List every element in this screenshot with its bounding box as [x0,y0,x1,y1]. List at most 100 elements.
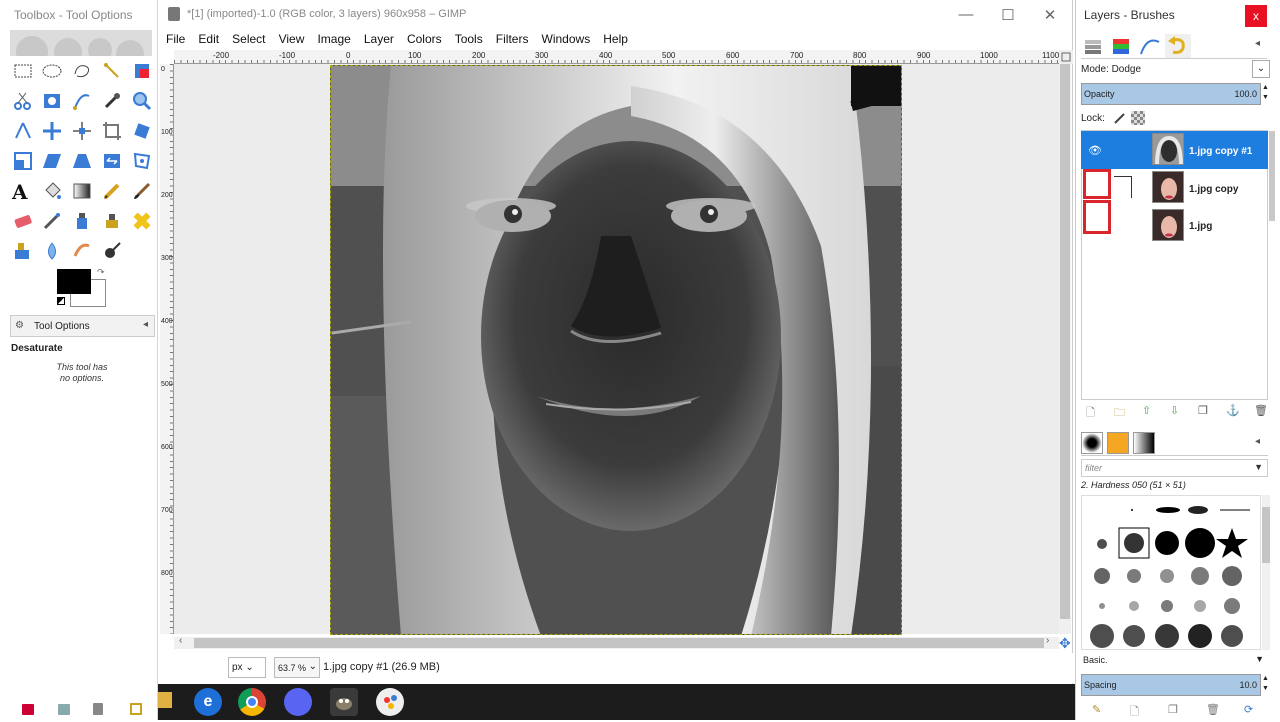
crop-icon[interactable] [101,120,123,142]
file-explorer-icon[interactable] [158,692,172,708]
layer-name[interactable]: 1.jpg [1189,221,1212,232]
refresh-brushes-icon[interactable]: ⟳ [1244,703,1253,716]
horizontal-scroll-thumb[interactable] [194,638,1044,648]
close-icon[interactable]: ✕ [1035,6,1065,24]
bucket-fill-icon[interactable] [41,180,63,202]
delete-layer-icon[interactable]: 🗑 [1254,404,1268,417]
navigate-icon[interactable] [1059,50,1073,64]
opacity-slider[interactable]: Opacity 100.0 [1081,83,1261,105]
paintbrush-icon[interactable] [131,180,153,202]
vertical-ruler[interactable]: 0 100 200 300 400 500 600 700 800 [160,64,174,634]
measure-icon[interactable] [12,120,34,142]
spacing-slider[interactable]: Spacing 10.0 [1081,674,1261,696]
scale-icon[interactable] [12,150,34,172]
anchor-layer-icon[interactable]: ⚓ [1226,404,1240,417]
brush-grid-scrollbar[interactable] [1262,495,1270,650]
menu-layer[interactable]: Layer [364,32,394,46]
menu-tools[interactable]: Tools [455,32,483,46]
tool-options-tab[interactable]: ⚙ Tool Options ◂ [10,315,155,337]
foreground-color-swatch[interactable] [57,269,91,294]
scroll-left-icon[interactable]: ‹ [179,635,182,646]
dodge-burn-icon[interactable] [101,240,123,262]
chrome-icon[interactable] [238,688,266,716]
menu-edit[interactable]: Edit [198,32,219,46]
tab-menu-icon[interactable]: ◂ [143,319,148,330]
maximize-icon[interactable]: ☐ [993,6,1023,24]
delete-options-icon[interactable] [93,703,103,715]
new-brush-icon[interactable]: 🗋 [1130,703,1139,722]
text-tool-icon[interactable]: A [12,180,34,204]
color-picker-icon[interactable] [101,90,123,112]
menu-filters[interactable]: Filters [496,32,529,46]
rect-select-icon[interactable] [12,60,34,82]
reset-options-icon[interactable] [130,703,142,715]
image-canvas[interactable] [330,65,902,635]
zoom-select[interactable]: 63.7 % ⌄ [274,657,320,678]
delete-brush-icon[interactable]: 🗑 [1206,703,1220,716]
layer-name[interactable]: 1.jpg copy [1189,184,1238,195]
brush-preset-select[interactable]: Basic. ▼ [1081,653,1268,669]
channels-tab-icon[interactable] [1109,34,1135,58]
zoom-icon[interactable] [131,90,153,112]
restore-options-icon[interactable] [58,704,70,715]
move-icon[interactable] [41,120,63,142]
vertical-scrollbar[interactable] [1059,64,1071,634]
paths-tab-icon[interactable] [1137,34,1163,58]
spacing-spinner[interactable]: ▲ ▼ [1262,674,1270,696]
brushes-tab-icon[interactable] [1081,432,1103,454]
canvas-area[interactable] [174,64,1059,635]
perspective-clone-icon[interactable] [12,240,34,262]
horizontal-scrollbar[interactable]: ‹ › [174,635,1059,649]
menu-select[interactable]: Select [232,32,265,46]
paint-icon[interactable] [376,688,404,716]
mode-dropdown[interactable]: ⌄ [1252,60,1270,78]
duplicate-brush-icon[interactable]: ❐ [1168,703,1178,716]
menu-colors[interactable]: Colors [407,32,442,46]
layer-name[interactable]: 1.jpg copy #1 [1189,146,1252,157]
airbrush-icon[interactable] [41,210,63,232]
patterns-tab-icon[interactable] [1107,432,1129,454]
layers-close-icon[interactable]: x [1245,5,1267,27]
heal-icon[interactable] [131,210,153,232]
select-by-color-icon[interactable] [131,60,153,82]
discord-icon[interactable] [284,688,312,716]
clone-icon[interactable] [101,210,123,232]
default-colors-icon[interactable] [57,297,65,305]
layers-tab-icon[interactable] [1081,34,1107,58]
edge-browser-icon[interactable]: e [194,688,222,716]
swap-colors-icon[interactable]: ↷ [97,267,105,278]
chain-link-icon[interactable] [1114,176,1132,198]
new-group-icon[interactable]: 🗀 [1114,404,1125,423]
shear-icon[interactable] [41,150,63,172]
perspective-icon[interactable] [71,150,93,172]
gimp-taskbar-icon[interactable] [330,688,358,716]
lock-pixels-icon[interactable] [1113,111,1127,125]
visibility-toggle-annotated[interactable] [1083,169,1111,199]
blur-icon[interactable] [41,240,63,262]
raise-layer-icon[interactable]: ⇧ [1142,404,1151,417]
menu-windows[interactable]: Windows [542,32,591,46]
ellipse-select-icon[interactable] [41,60,63,82]
navigate-crosshair-icon[interactable]: ✥ [1059,636,1073,651]
edit-brush-icon[interactable]: ✎ [1092,703,1101,716]
ink-icon[interactable] [71,210,93,232]
minimize-icon[interactable]: — [951,6,981,23]
duplicate-layer-icon[interactable]: ❐ [1198,404,1208,417]
scissors-icon[interactable] [12,90,34,112]
horizontal-ruler[interactable]: -200 -100 0 100 200 300 400 500 600 700 … [174,50,1059,64]
gradients-tab-icon[interactable] [1133,432,1155,454]
menu-view[interactable]: View [279,32,305,46]
visibility-eye-icon[interactable]: 👁 [1088,144,1102,157]
lower-layer-icon[interactable]: ⇩ [1170,404,1179,417]
foreground-select-icon[interactable] [41,90,63,112]
brush-filter-input[interactable]: filter ▼ [1081,459,1268,477]
align-icon[interactable] [71,120,93,142]
unit-select[interactable]: px ⌄ [228,657,266,678]
scroll-right-icon[interactable]: › [1046,635,1049,646]
tab-menu-icon[interactable]: ◂ [1255,38,1260,49]
visibility-toggle-annotated[interactable] [1083,200,1111,234]
fuzzy-select-icon[interactable] [101,60,123,82]
undo-history-tab-icon[interactable] [1165,34,1191,58]
blend-icon[interactable] [71,180,93,202]
brush-grid[interactable] [1081,495,1261,650]
